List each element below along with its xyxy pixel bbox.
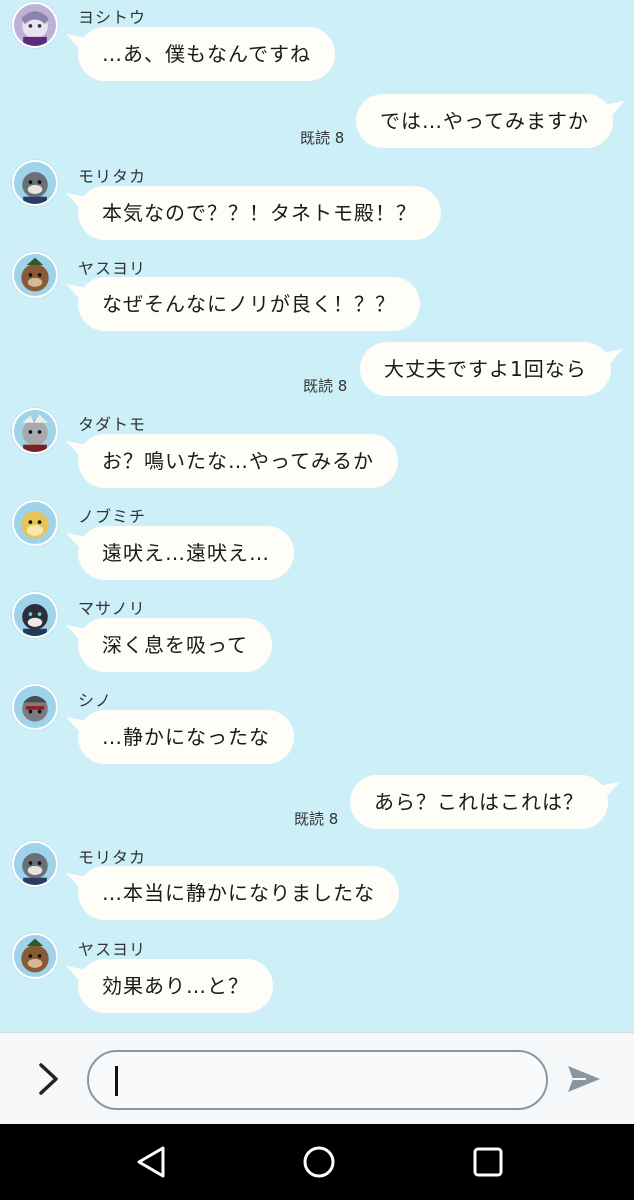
avatar-yoshitou[interactable] [12, 2, 58, 48]
recents-square-icon[interactable] [470, 1144, 506, 1180]
message-bubble[interactable]: あら？これはこれは？ [350, 775, 608, 829]
sender-name: マサノリ [78, 599, 146, 618]
home-circle-icon[interactable] [301, 1144, 337, 1180]
sender-name: モリタカ [78, 848, 147, 867]
message-bubble[interactable]: …静かになったな [78, 710, 294, 764]
message-bubble[interactable]: …あ、僕もなんですね [78, 27, 335, 81]
message-bubble[interactable]: 深く息を吸って [78, 618, 272, 672]
avatar-moritaka[interactable] [12, 841, 58, 887]
message-bubble[interactable]: お？鳴いたな…やってみるか [78, 434, 398, 488]
sender-name: シノ [78, 691, 113, 710]
read-receipt: 既読 8 [294, 810, 339, 828]
avatar-yasuyori[interactable] [12, 933, 58, 979]
system-navigation-bar [0, 1124, 634, 1200]
message-input-bar [0, 1032, 634, 1124]
avatar-moritaka[interactable] [12, 160, 58, 206]
text-caret [115, 1066, 118, 1096]
sender-name: モリタカ [78, 167, 147, 186]
read-receipt: 既読 8 [300, 129, 345, 147]
chat-area: ヨシトウ …あ、僕もなんですね 既読 8 では…やってみますか モリタカ 本気な… [0, 0, 634, 1032]
sender-name: ヤスヨリ [78, 940, 147, 959]
read-receipt: 既読 8 [303, 377, 348, 395]
message-bubble[interactable]: 遠吠え…遠吠え… [78, 526, 294, 580]
message-bubble[interactable]: 本気なので？？！タネトモ殿！？ [78, 186, 441, 240]
avatar-tadatomo[interactable] [12, 408, 58, 454]
avatar-shino[interactable] [12, 684, 58, 730]
sender-name: タダトモ [78, 415, 147, 434]
chevron-right-icon[interactable] [30, 1061, 66, 1097]
back-triangle-icon[interactable] [133, 1144, 169, 1180]
message-bubble[interactable]: では…やってみますか [356, 94, 613, 148]
message-bubble[interactable]: 効果あり…と？ [78, 959, 273, 1013]
message-bubble[interactable]: …本当に静かになりましたな [78, 866, 399, 920]
message-input[interactable] [87, 1050, 548, 1110]
send-icon[interactable] [566, 1063, 602, 1095]
sender-name: ヨシトウ [78, 8, 147, 27]
sender-name: ヤスヨリ [78, 259, 147, 278]
avatar-yasuyori[interactable] [12, 252, 58, 298]
message-bubble[interactable]: なぜそんなにノリが良く！？？ [78, 277, 420, 331]
sender-name: ノブミチ [78, 507, 147, 526]
avatar-nobumichi[interactable] [12, 500, 58, 546]
message-bubble[interactable]: 大丈夫ですよ1回なら [360, 342, 611, 396]
avatar-masanori[interactable] [12, 592, 58, 638]
